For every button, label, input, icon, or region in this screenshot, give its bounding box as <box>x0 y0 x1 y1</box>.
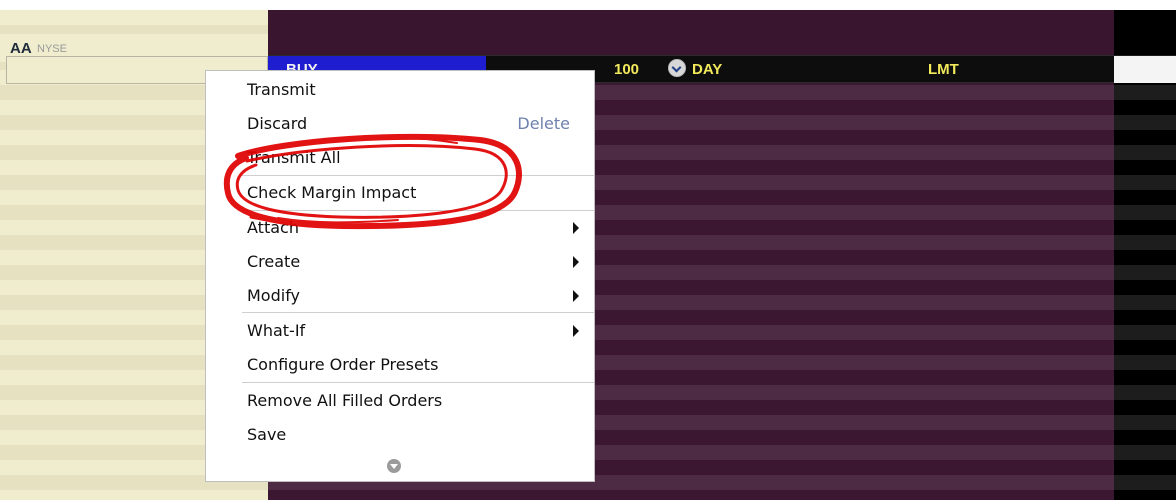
menu-item-label: Attach <box>247 218 299 237</box>
menu-item-discard[interactable]: Discard Delete <box>206 108 594 142</box>
menu-item-label: Create <box>247 252 301 271</box>
menu-item-label: Transmit <box>247 80 316 99</box>
ticker-pane-top-stripe <box>0 10 268 24</box>
ticker-symbol: AA <box>10 40 32 57</box>
menu-item-create[interactable]: Create <box>206 246 594 280</box>
menu-item-what-if[interactable]: What-If <box>206 315 594 349</box>
menu-item-modify[interactable]: Modify <box>206 280 594 314</box>
order-context-menu: Transmit Discard Delete Transmit All Che… <box>205 70 595 482</box>
menu-separator <box>242 312 594 313</box>
menu-item-label: Discard <box>247 114 308 133</box>
menu-separator <box>242 382 594 383</box>
scroll-down-icon[interactable] <box>387 459 401 473</box>
trading-window: AA NYSE BUY 100 DAY LMT Transmit Discard… <box>0 0 1176 500</box>
right-grid-top-block <box>1114 10 1176 55</box>
grid-top-block <box>268 10 1114 55</box>
menu-item-save[interactable]: Save <box>206 419 594 453</box>
order-type[interactable]: LMT <box>928 61 959 78</box>
menu-item-label: Modify <box>247 286 301 305</box>
menu-item-remove-all-filled-orders[interactable]: Remove All Filled Orders <box>206 385 594 419</box>
menu-separator <box>242 210 594 211</box>
right-grid-pane <box>1114 10 1176 500</box>
menu-separator <box>242 175 594 176</box>
menu-item-check-margin-impact[interactable]: Check Margin Impact <box>206 177 594 211</box>
menu-item-configure-order-presets[interactable]: Configure Order Presets <box>206 349 594 383</box>
menu-item-transmit[interactable]: Transmit <box>206 74 594 108</box>
order-quantity[interactable]: 100 <box>614 61 639 78</box>
ticker-exchange: NYSE <box>37 43 67 55</box>
menu-item-label: What-If <box>247 321 306 340</box>
order-time-in-force[interactable]: DAY <box>692 61 722 78</box>
menu-item-label: Check Margin Impact <box>247 183 417 202</box>
selected-order-right-cell[interactable] <box>1114 56 1176 83</box>
menu-item-shortcut: Delete <box>517 114 570 133</box>
clock-icon[interactable] <box>668 59 686 77</box>
menu-item-transmit-all[interactable]: Transmit All <box>206 142 594 176</box>
chevron-right-icon <box>573 290 579 302</box>
menu-item-label: Save <box>247 425 287 444</box>
menu-item-label: Remove All Filled Orders <box>247 391 443 410</box>
menu-item-label: Configure Order Presets <box>247 355 439 374</box>
chevron-right-icon <box>573 325 579 337</box>
chevron-right-icon <box>573 256 579 268</box>
menu-item-attach[interactable]: Attach <box>206 212 594 246</box>
chevron-right-icon <box>573 222 579 234</box>
menu-item-label: Transmit All <box>247 148 341 167</box>
